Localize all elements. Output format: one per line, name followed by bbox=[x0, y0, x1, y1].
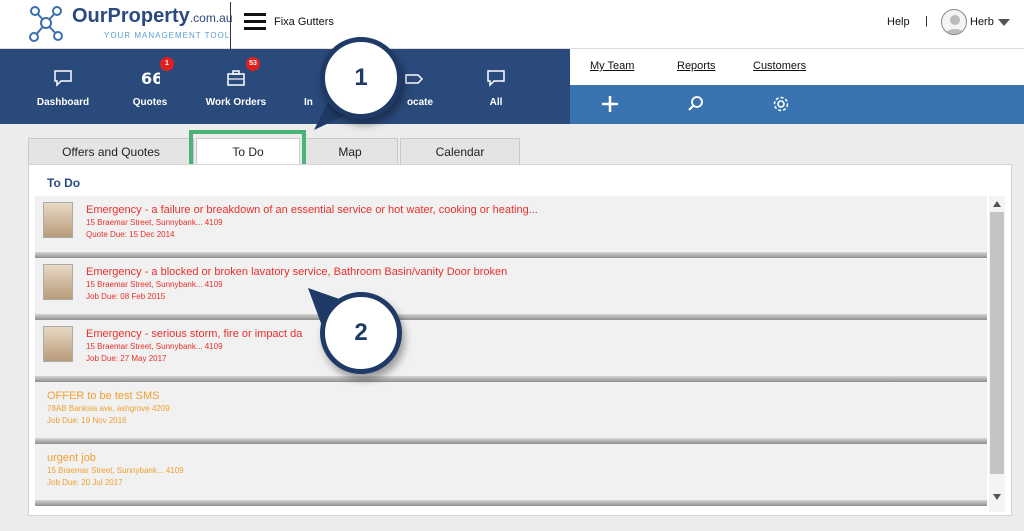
job-photo bbox=[43, 202, 73, 238]
work-orders-badge: 53 bbox=[246, 57, 260, 71]
todo-list: Emergency - a failure or breakdown of an… bbox=[35, 196, 987, 512]
secondary-nav: My Team Reports Customers bbox=[570, 49, 1024, 85]
list-item[interactable]: Emergency - a blocked or broken lavatory… bbox=[35, 258, 987, 320]
list-scrollbar[interactable] bbox=[989, 196, 1005, 512]
svg-text:66: 66 bbox=[141, 69, 160, 87]
brand-tagline: YOUR MANAGEMENT TOOL bbox=[104, 31, 231, 40]
scrollbar-thumb[interactable] bbox=[990, 212, 1004, 474]
item-title: Emergency - a blocked or broken lavatory… bbox=[86, 266, 508, 278]
tab-offers-and-quotes[interactable]: Offers and Quotes bbox=[28, 138, 194, 164]
list-item[interactable]: Emergency - serious storm, fire or impac… bbox=[35, 320, 987, 382]
nav-work-orders[interactable]: 53 Work Orders bbox=[196, 49, 276, 124]
locate-icon bbox=[405, 74, 424, 84]
user-menu-chevron-down-icon[interactable] bbox=[998, 19, 1010, 26]
item-address: 15 Braemar Street, Sunnybank... 4109 bbox=[86, 218, 223, 227]
brand-name: OurProperty.com.au bbox=[72, 5, 233, 27]
company-name: Fixa Gutters bbox=[274, 16, 334, 28]
job-photo bbox=[43, 264, 73, 300]
list-item[interactable]: Emergency - a failure or breakdown of an… bbox=[35, 196, 987, 258]
nav-quotes[interactable]: 66 1 Quotes bbox=[110, 49, 190, 124]
item-title: Emergency - serious storm, fire or impac… bbox=[86, 328, 303, 340]
scroll-down-arrow-icon[interactable] bbox=[993, 494, 1001, 500]
user-avatar-icon[interactable] bbox=[941, 9, 967, 35]
nav-dashboard[interactable]: Dashboard bbox=[23, 49, 103, 124]
item-address: 78AB Banksia ave, ashgrove 4209 bbox=[47, 404, 170, 413]
network-logo-icon bbox=[29, 6, 63, 42]
hamburger-menu-icon[interactable] bbox=[244, 13, 266, 31]
item-title: OFFER to be test SMS bbox=[47, 390, 160, 402]
item-due-date: Job Due: 20 Jul 2017 bbox=[47, 478, 123, 487]
scroll-up-arrow-icon[interactable] bbox=[993, 201, 1001, 207]
todo-panel: To Do Emergency - a failure or breakdown… bbox=[28, 164, 1012, 516]
item-due-date: Job Due: 19 Nov 2016 bbox=[47, 416, 127, 425]
top-header: OurProperty.com.au YOUR MANAGEMENT TOOL … bbox=[0, 0, 1024, 49]
item-address: 15 Braemar Street, Sunnybank... 4109 bbox=[86, 342, 223, 351]
panel-title: To Do bbox=[47, 176, 81, 190]
search-icon[interactable] bbox=[687, 95, 705, 113]
callout-1-badge: 1 bbox=[320, 37, 402, 119]
reports-link[interactable]: Reports bbox=[677, 60, 716, 72]
speech-bubble-icon bbox=[54, 70, 72, 87]
item-address: 15 Braemar Street, Sunnybank... 4109 bbox=[47, 466, 184, 475]
item-address: 15 Braemar Street, Sunnybank... 4109 bbox=[86, 280, 223, 289]
item-due-date: Job Due: 27 May 2017 bbox=[86, 354, 167, 363]
list-item[interactable]: urgent job 15 Braemar Street, Sunnybank.… bbox=[35, 444, 987, 506]
item-title: urgent job bbox=[47, 452, 96, 464]
my-team-link[interactable]: My Team bbox=[590, 60, 634, 72]
quotes-badge: 1 bbox=[160, 57, 174, 71]
ourproperty-logo[interactable]: OurProperty.com.au YOUR MANAGEMENT TOOL bbox=[26, 3, 233, 45]
header-divider bbox=[230, 2, 231, 49]
help-link[interactable]: Help bbox=[887, 16, 910, 28]
tab-calendar[interactable]: Calendar bbox=[400, 138, 520, 164]
item-due-date: Job Due: 08 Feb 2015 bbox=[86, 292, 166, 301]
main-nav: Dashboard 66 1 Quotes 53 Work Orders In … bbox=[0, 49, 570, 124]
action-bar bbox=[570, 85, 1024, 124]
row-divider bbox=[35, 500, 987, 506]
user-name[interactable]: Herb bbox=[970, 16, 994, 28]
add-icon[interactable] bbox=[601, 95, 619, 113]
quote-icon: 66 bbox=[141, 69, 160, 87]
header-separator: | bbox=[925, 15, 928, 27]
briefcase-icon bbox=[227, 70, 245, 86]
callout-2-badge: 2 bbox=[320, 292, 402, 374]
customers-link[interactable]: Customers bbox=[753, 60, 806, 72]
speech-bubble-icon bbox=[487, 70, 505, 87]
item-title: Emergency - a failure or breakdown of an… bbox=[86, 204, 538, 216]
job-photo bbox=[43, 326, 73, 362]
nav-all[interactable]: All bbox=[456, 49, 536, 124]
gear-icon[interactable] bbox=[772, 95, 790, 113]
item-due-date: Quote Due: 15 Dec 2014 bbox=[86, 230, 175, 239]
list-item[interactable]: OFFER to be test SMS 78AB Banksia ave, a… bbox=[35, 382, 987, 444]
